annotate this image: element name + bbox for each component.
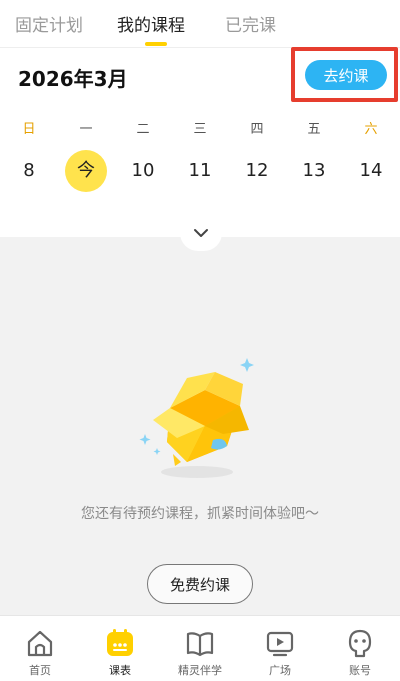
account-icon [348, 629, 372, 658]
nav-label-plaza: 广场 [269, 664, 291, 677]
bottom-nav-bar: 首页 课表 精灵伴学 广场 账号 [0, 615, 400, 681]
nav-item-plaza[interactable]: 广场 [240, 616, 320, 681]
date-cell[interactable]: 10 [122, 150, 164, 192]
weekday-label: 三 [193, 122, 207, 137]
tv-play-icon [266, 631, 294, 657]
date-cell-today[interactable]: 今 [65, 150, 107, 192]
date-cell[interactable]: 12 [236, 150, 278, 192]
book-course-button[interactable]: 去约课 [305, 60, 387, 90]
month-title: 2026年3月 [18, 67, 128, 91]
expand-calendar-button[interactable] [180, 215, 222, 251]
home-icon [27, 630, 53, 657]
nav-label-companion: 精灵伴学 [178, 664, 222, 677]
tab-fixed-plan[interactable]: 固定计划 [15, 11, 83, 36]
tab-my-courses[interactable]: 我的课程 [117, 11, 185, 36]
weekday-label: 一 [79, 122, 93, 137]
weekday-label: 二 [136, 122, 150, 137]
date-cell[interactable]: 14 [350, 150, 392, 192]
nav-label-home: 首页 [29, 664, 51, 677]
nav-item-schedule[interactable]: 课表 [80, 616, 160, 681]
top-tab-bar: 固定计划 我的课程 已完课 [0, 0, 400, 48]
date-cell[interactable]: 8 [8, 150, 50, 192]
weekday-label: 四 [250, 122, 264, 137]
weekday-label: 六 [364, 122, 378, 137]
active-tab-indicator [145, 42, 167, 46]
nav-item-companion[interactable]: 精灵伴学 [160, 616, 240, 681]
empty-state-message: 您还有待预约课程，抓紧时间体验吧～ [81, 506, 319, 522]
book-icon [186, 632, 214, 657]
tab-completed[interactable]: 已完课 [225, 11, 276, 36]
empty-box-illustration [139, 358, 254, 478]
date-cell[interactable]: 13 [293, 150, 335, 192]
nav-label-account: 账号 [349, 664, 371, 677]
nav-item-home[interactable]: 首页 [0, 616, 80, 681]
weekday-label: 日 [22, 122, 36, 137]
chevron-down-icon [194, 229, 208, 237]
schedule-icon [107, 629, 133, 656]
weekday-label: 五 [307, 122, 321, 137]
date-row: 8 今 10 11 12 13 14 [0, 150, 400, 192]
nav-label-schedule: 课表 [109, 664, 131, 677]
free-book-button[interactable]: 免费约课 [147, 564, 253, 604]
nav-item-account[interactable]: 账号 [320, 616, 400, 681]
date-cell[interactable]: 11 [179, 150, 221, 192]
weekday-row: 日 一 二 三 四 五 六 [0, 118, 400, 138]
